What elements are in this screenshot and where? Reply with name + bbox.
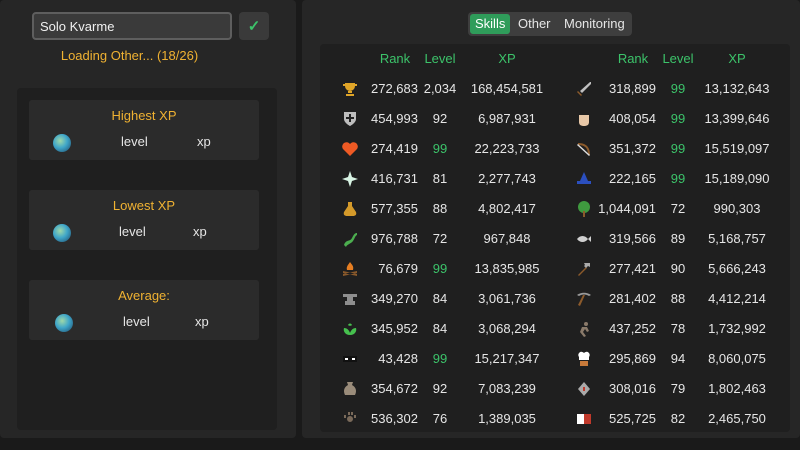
right-skill-row: 308,016 79 1,802,463 [320, 374, 790, 404]
skill-level: 99 [670, 81, 686, 96]
right-rank-header: Rank [617, 51, 649, 66]
skill-rank: 318,899 [609, 81, 656, 96]
skill-rank: 277,421 [609, 261, 656, 276]
skills-table: Rank Level XP Rank Level XP 272,683 2,034… [320, 44, 790, 432]
lowest-xp-card: Lowest XP level xp [29, 190, 259, 250]
skill-xp: 1,732,992 [708, 321, 766, 336]
skill-level: 78 [670, 321, 686, 336]
confirm-button[interactable]: ✓ [239, 12, 269, 40]
average-title: Average: [118, 288, 170, 303]
tab-skills[interactable]: Skills [470, 14, 511, 34]
skill-xp: 5,666,243 [708, 261, 766, 276]
highest-xp-card: Highest XP level xp [29, 100, 259, 160]
skill-xp: 15,189,090 [704, 171, 770, 186]
tab-bar: Skills Other Monitoring [468, 12, 632, 36]
skill-xp: 13,399,646 [704, 111, 770, 126]
skill-rank: 295,869 [609, 351, 656, 366]
skill-rank: 1,044,091 [598, 201, 656, 216]
tab-other[interactable]: Other [513, 14, 556, 34]
skill-xp: 2,465,750 [708, 411, 766, 426]
skill-globe-icon [53, 224, 71, 242]
right-skill-row: 222,165 99 15,189,090 [320, 164, 790, 194]
player-name-input[interactable] [32, 12, 232, 40]
skill-globe-icon [53, 134, 71, 152]
lowest-xp-value: xp [193, 224, 207, 239]
tab-monitoring[interactable]: Monitoring [559, 14, 630, 34]
skill-xp: 15,519,097 [704, 141, 770, 156]
skill-level: 99 [670, 171, 686, 186]
skill-rank: 437,252 [609, 321, 656, 336]
loading-status: Loading Other... (18/26) [60, 48, 199, 63]
right-skill-row: 1,044,091 72 990,303 [320, 194, 790, 224]
right-skill-row: 277,421 90 5,666,243 [320, 254, 790, 284]
lowest-xp-title: Lowest XP [112, 198, 176, 213]
skill-rank: 351,372 [609, 141, 656, 156]
right-skill-row: 295,869 94 8,060,075 [320, 344, 790, 374]
highest-xp-level: level [121, 134, 148, 149]
skill-level: 94 [670, 351, 686, 366]
right-skill-row: 525,725 82 2,465,750 [320, 404, 790, 434]
right-skill-row: 318,899 99 13,132,643 [320, 74, 790, 104]
left-level-header: Level [424, 51, 456, 66]
lowest-xp-level: level [119, 224, 146, 239]
right-skill-row: 319,566 89 5,168,757 [320, 224, 790, 254]
right-skill-row: 351,372 99 15,519,097 [320, 134, 790, 164]
skill-rank: 408,054 [609, 111, 656, 126]
skill-level: 89 [670, 231, 686, 246]
skill-xp: 13,132,643 [704, 81, 770, 96]
skill-xp: 5,168,757 [708, 231, 766, 246]
right-skill-row: 437,252 78 1,732,992 [320, 314, 790, 344]
skill-rank: 525,725 [609, 411, 656, 426]
skill-xp: 1,802,463 [708, 381, 766, 396]
right-xp-header: XP [728, 51, 746, 66]
skill-xp: 990,303 [713, 201, 761, 216]
skill-level: 99 [670, 111, 686, 126]
skill-level: 72 [670, 201, 686, 216]
right-skill-row: 281,402 88 4,412,214 [320, 284, 790, 314]
skill-rank: 319,566 [609, 231, 656, 246]
skill-globe-icon [55, 314, 73, 332]
skill-level: 99 [670, 141, 686, 156]
left-xp-header: XP [498, 51, 516, 66]
highest-xp-title: Highest XP [111, 108, 177, 123]
summary-stats-box: Highest XP level xp Lowest XP level xp A… [17, 88, 277, 430]
highest-xp-value: xp [197, 134, 211, 149]
skill-xp: 8,060,075 [708, 351, 766, 366]
skill-rank: 308,016 [609, 381, 656, 396]
average-card: Average: level xp [29, 280, 259, 340]
skill-rank: 281,402 [609, 291, 656, 306]
right-level-header: Level [662, 51, 694, 66]
skill-level: 90 [670, 261, 686, 276]
skill-rank: 222,165 [609, 171, 656, 186]
skill-level: 79 [670, 381, 686, 396]
skill-level: 88 [670, 291, 686, 306]
check-icon: ✓ [247, 18, 261, 35]
right-skill-row: 408,054 99 13,399,646 [320, 104, 790, 134]
skill-level: 82 [670, 411, 686, 426]
left-rank-header: Rank [379, 51, 411, 66]
skill-xp: 4,412,214 [708, 291, 766, 306]
average-level: level [123, 314, 150, 329]
average-xp: xp [195, 314, 209, 329]
